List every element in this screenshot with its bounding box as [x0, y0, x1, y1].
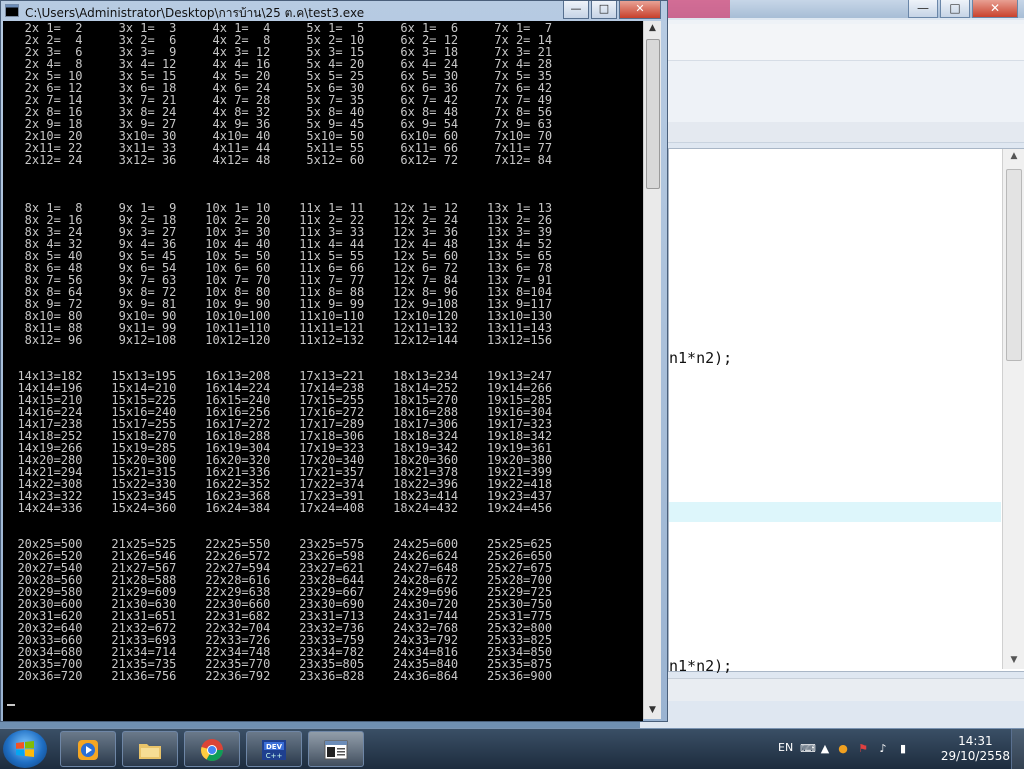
scroll-up-arrow-icon[interactable]: ▲: [1003, 151, 1024, 161]
editor-minimize-button[interactable]: —: [908, 0, 938, 18]
scroll-up-arrow-icon[interactable]: ▲: [644, 23, 661, 33]
action-center-icon[interactable]: ⚑: [856, 742, 870, 756]
console-line: 20x36=720 21x36=756 22x36=792 23x36=828 …: [3, 669, 553, 683]
code-editor[interactable]: n1*n2); n1*n2); ▲ ▼: [668, 148, 1024, 675]
start-button[interactable]: [3, 730, 47, 768]
console-maximize-button[interactable]: □: [591, 1, 617, 19]
taskbar-explorer-button[interactable]: [122, 731, 178, 767]
windows-logo-icon: [16, 741, 34, 757]
editor-maximize-button[interactable]: □: [940, 0, 970, 18]
show-hidden-icons-icon[interactable]: ▲: [818, 742, 832, 756]
console-window-icon: [324, 740, 348, 760]
console-output[interactable]: 2x 1= 2 3x 1= 3 4x 1= 4 5x 1= 5 6x 1= 6 …: [3, 21, 643, 721]
code-line: n1*n2);: [669, 349, 733, 367]
console-app-icon: [5, 4, 19, 17]
taskbar: DEV C++ EN ⌨ ▲ ● ⚑ ♪ ▮ 14:31 29/10/2558: [0, 728, 1024, 769]
tray-app-icon[interactable]: ●: [836, 742, 850, 756]
svg-text:DEV: DEV: [266, 743, 283, 751]
scroll-down-arrow-icon[interactable]: ▼: [644, 705, 661, 715]
console-cursor: [7, 704, 15, 706]
current-line-highlight: [669, 502, 1001, 522]
keyboard-layout-icon[interactable]: ⌨: [800, 742, 816, 756]
editor-vertical-scrollbar[interactable]: ▲ ▼: [1002, 149, 1024, 669]
editor-tab-row: [668, 122, 1024, 142]
console-vertical-scrollbar[interactable]: ▲ ▼: [643, 21, 661, 719]
window-frame-edge: [661, 21, 667, 721]
console-line: 2x12= 24 3x12= 36 4x12= 48 5x12= 60 6x12…: [3, 153, 553, 167]
editor-toolbar: [668, 20, 1024, 143]
folder-icon: [139, 744, 161, 759]
console-minimize-button[interactable]: —: [563, 1, 589, 19]
chrome-icon: [201, 739, 223, 761]
svg-text:C++: C++: [266, 752, 283, 760]
console-close-button[interactable]: ✕: [619, 1, 661, 19]
language-indicator[interactable]: EN: [778, 741, 793, 754]
editor-title-bar[interactable]: — □ ✕: [640, 0, 1024, 18]
editor-close-button[interactable]: ✕: [972, 0, 1018, 18]
code-line: n1*n2);: [669, 657, 733, 675]
clock-time: 14:31: [958, 734, 993, 748]
editor-toolbar-row: [668, 24, 1024, 61]
background-editor-window[interactable]: — □ ✕ n1*n2); n1*n2); ▲ ▼: [640, 0, 1024, 730]
clock[interactable]: 14:31 29/10/2558: [941, 734, 1010, 764]
console-title-bar[interactable]: C:\Users\Administrator\Desktop\การบ้าน\2…: [1, 1, 667, 21]
media-player-icon: [78, 740, 98, 760]
editor-scroll-thumb[interactable]: [1006, 169, 1022, 361]
clock-date: 29/10/2558: [940, 749, 1010, 763]
devcpp-icon: DEV C++: [262, 740, 286, 760]
taskbar-media-player-button[interactable]: [60, 731, 116, 767]
console-line: 14x24=336 15x24=360 16x24=384 17x24=408 …: [3, 501, 553, 515]
editor-status-bar: [668, 678, 1024, 701]
taskbar-chrome-button[interactable]: [184, 731, 240, 767]
console-line: 8x12= 96 9x12=108 10x12=120 11x12=132 12…: [3, 333, 553, 347]
taskbar-devcpp-button[interactable]: DEV C++: [246, 731, 302, 767]
console-scroll-thumb[interactable]: [646, 39, 660, 189]
scroll-down-arrow-icon[interactable]: ▼: [1003, 655, 1024, 665]
network-signal-icon[interactable]: ▮: [896, 742, 910, 756]
title-bar-accent: [660, 0, 730, 18]
volume-icon[interactable]: ♪: [876, 742, 890, 756]
console-window[interactable]: C:\Users\Administrator\Desktop\การบ้าน\2…: [0, 0, 668, 722]
taskbar-console-button[interactable]: [308, 731, 364, 767]
show-desktop-button[interactable]: [1011, 729, 1024, 769]
system-tray: EN ⌨ ▲ ● ⚑ ♪ ▮ 14:31 29/10/2558: [764, 729, 1024, 769]
